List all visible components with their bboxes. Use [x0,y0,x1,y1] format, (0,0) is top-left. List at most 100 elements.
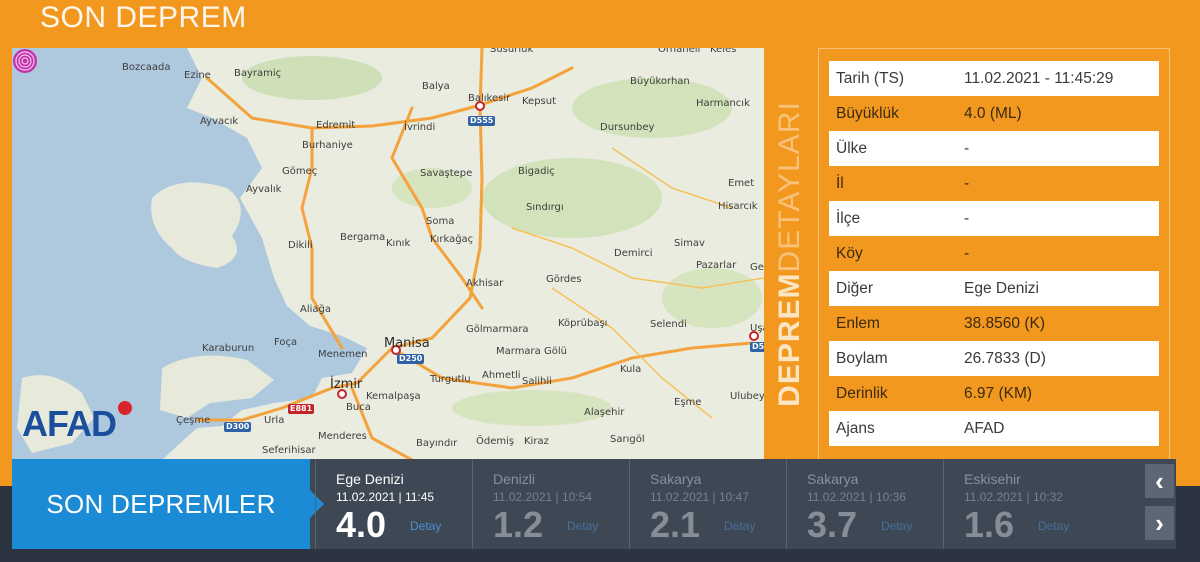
map-city-label: Dikili [288,240,313,251]
road-badge: D555 [468,116,496,126]
map-city-label: Kiraz [524,436,549,447]
detail-key: Ajans [829,411,957,446]
detail-value: - [964,174,970,192]
map-city-label: Alaşehir [584,407,625,418]
recent-earthquakes-title: SON DEPREMLER [12,459,324,549]
map-city-label: Balıkesir [468,93,511,104]
quake-magnitude: 1.2 [493,504,544,545]
quake-magnitude: 3.7 [807,504,858,545]
map-city-label: Kepsut [522,96,557,107]
map-city-label: Kırkağaç [430,234,474,245]
map-city-label: Harmancık [696,98,750,109]
map-city-label: Aliağa [300,304,332,315]
detail-row: Diğer Ege Denizi [829,271,1159,306]
map-city-label: Emet [728,178,755,189]
quake-detail-link[interactable]: Detay [1038,519,1069,533]
map-city-label: Marmara Gölü [496,346,567,357]
map-city-label: Ayvalık [246,184,282,195]
detail-row: Ülke - [829,131,1159,166]
quake-place: Eskisehir [964,471,1021,487]
map-city-label: Menemen [318,349,368,360]
map-city-label: Çeşme [176,415,211,426]
detail-key: Derinlik [836,384,888,402]
recent-quake-item[interactable]: Ege Denizi 11.02.2021 | 11:45 4.0 Detay [315,459,471,549]
map-city-label: Ulubey [730,391,764,402]
recent-earthquakes-bar: SON DEPREMLER Ege Denizi 11.02.2021 | 11:… [12,459,1176,549]
map-city-label: Ödemiş [476,436,515,447]
detail-value: - [964,244,970,262]
map-city-label: Dursunbey [600,122,655,133]
road-badge: D250 [397,354,425,364]
recent-quake-item[interactable]: Denizli 11.02.2021 | 10:54 1.2 Detay [472,459,628,549]
map-city-label: Savaştepe [420,168,473,179]
quake-detail-link[interactable]: Detay [567,519,598,533]
detail-value: 4.0 (ML) [964,104,1022,122]
detail-key: Büyüklük [836,104,899,122]
map-city-label: Gördes [546,274,582,285]
detail-row: Büyüklük 4.0 (ML) [829,96,1159,131]
detail-key: Enlem [836,314,880,332]
map-city-label: Keles [710,48,737,55]
recent-quake-item[interactable]: Sakarya 11.02.2021 | 10:36 3.7 Detay [786,459,942,549]
map-city-label: Ahmetli [482,370,521,381]
map-city-label: Foça [274,337,298,348]
detail-value: - [957,131,1159,166]
map-city-label: Kemalpaşa [366,391,421,402]
map-city-label: Susurluk [490,48,534,55]
quake-magnitude: 4.0 [336,504,387,545]
side-label-bold: DEPREM [773,272,806,407]
detail-key: Diğer [829,271,957,306]
quake-datetime: 11.02.2021 | 11:45 [336,490,435,504]
quake-datetime: 11.02.2021 | 10:32 [964,490,1063,504]
detail-value: 11.02.2021 - 11:45:29 [957,61,1159,96]
prev-button[interactable]: ‹ [1145,464,1174,498]
detail-value: - [957,201,1159,236]
detail-row: Tarih (TS) 11.02.2021 - 11:45:29 [829,61,1159,96]
road-badge: E881 [288,404,315,414]
quake-detail-link[interactable]: Detay [724,519,755,533]
quake-datetime: 11.02.2021 | 10:36 [807,490,906,504]
quake-place: Ege Denizi [336,471,404,487]
detail-value: 6.97 (KM) [964,384,1033,402]
map-city-label: Ezine [184,70,211,81]
map-city-label: Bozcaada [122,62,171,73]
detail-row: İl - [829,166,1159,201]
map-city-label: Urla [264,415,285,426]
quake-magnitude: 2.1 [650,504,701,545]
epicenter-marker-icon[interactable] [12,48,38,74]
detail-row: Derinlik 6.97 (KM) [829,376,1159,411]
recent-quake-item[interactable]: Eskisehir 11.02.2021 | 10:32 1.6 Detay [943,459,1099,549]
map-city-label: Köprübaşı [558,318,608,329]
detail-row: Köy - [829,236,1159,271]
map-city-label: Salihli [522,376,552,387]
side-label: DEPREMDETAYLARI [768,48,812,460]
turkish-flag-icon [118,401,132,415]
map-city-label: Gediz [750,262,764,273]
detail-row: Enlem 38.8560 (K) [829,306,1159,341]
detail-value: 38.8560 (K) [964,314,1045,332]
map-city-label: Uşak [750,323,764,334]
map-city-label: Hisarcık [718,201,758,212]
map-city-label: Ayvacık [200,116,239,127]
recent-quake-item[interactable]: Sakarya 11.02.2021 | 10:47 2.1 Detay [629,459,785,549]
quake-place: Denizli [493,471,536,487]
quake-detail-link[interactable]: Detay [881,519,912,533]
earthquake-details: Tarih (TS) 11.02.2021 - 11:45:29 Büyüklük 4… [818,48,1170,460]
quake-datetime: 11.02.2021 | 10:54 [493,490,592,504]
map-city-label: Selendi [650,319,687,330]
details-table: Tarih (TS) 11.02.2021 - 11:45:29 Büyüklük 4… [829,61,1159,446]
quake-magnitude: 1.6 [964,504,1015,545]
next-button[interactable]: › [1145,506,1174,540]
map-city-label: Gölmarmara [466,324,529,335]
quake-detail-link[interactable]: Detay [410,519,441,533]
detail-key: Ülke [829,131,957,166]
map-city-label: Soma [426,216,455,227]
detail-value: 26.7833 (D) [957,341,1159,376]
earthquake-map[interactable]: Bozcaada Ezine Bayramiç Balya Balıkesir Kepsu… [12,48,764,460]
map-city-label: Demirci [614,248,653,259]
map-city-label: Balya [422,81,450,92]
map-city-label: Buca [346,402,371,413]
map-city-label: Büyükorhan [630,76,690,87]
map-city-label: Manisa [384,336,430,351]
afad-logo: AFAD [22,403,117,444]
